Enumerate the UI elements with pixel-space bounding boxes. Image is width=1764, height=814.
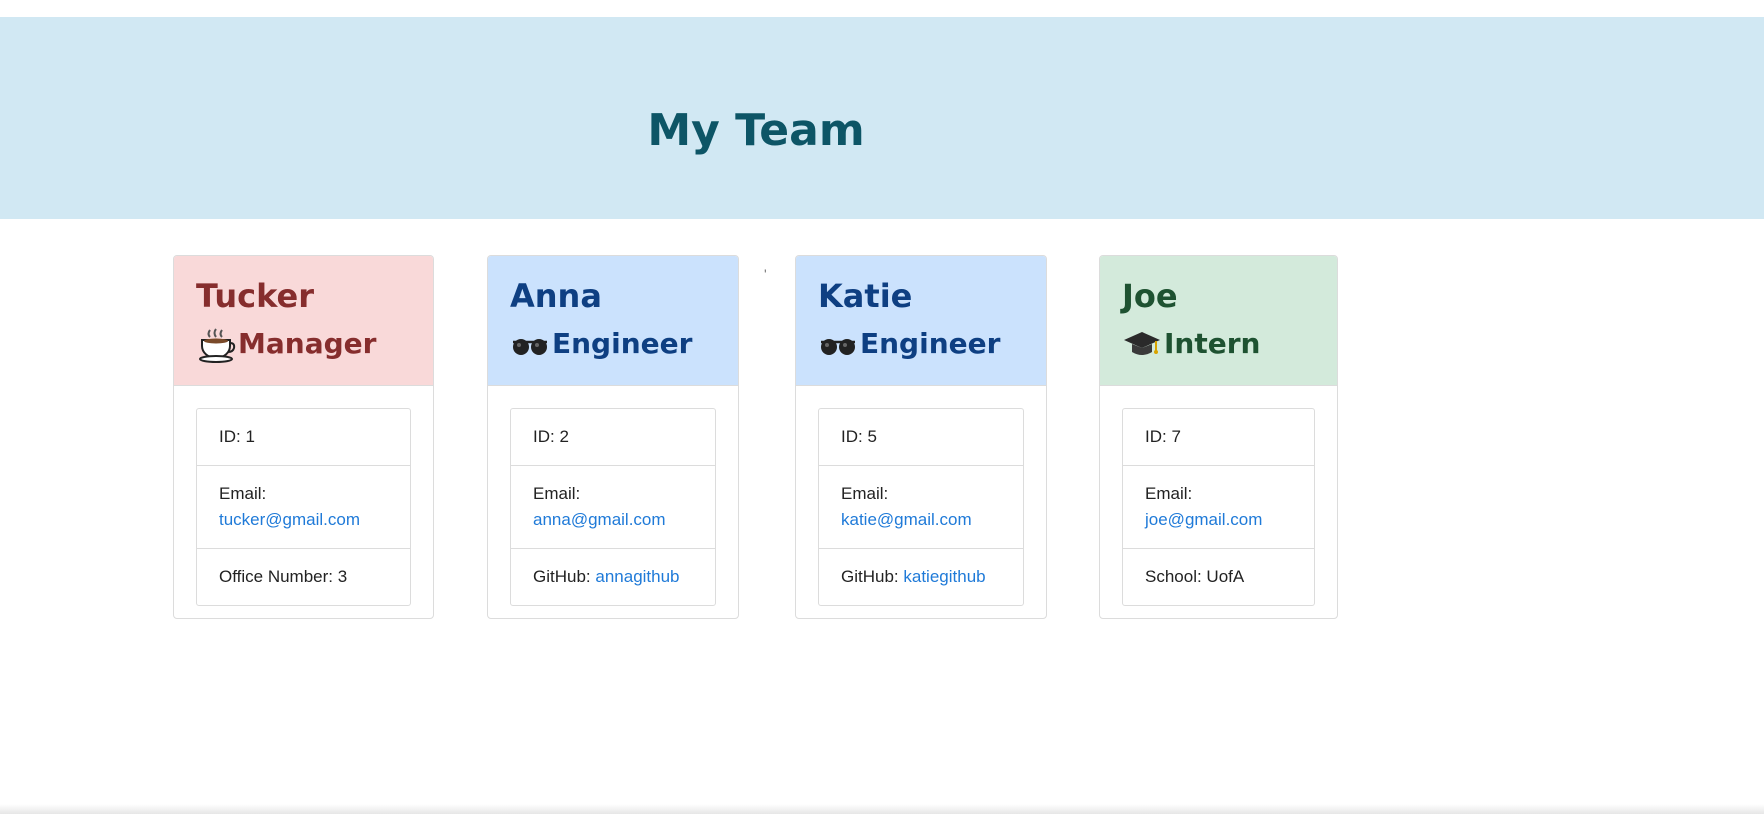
info-list: ID: 5 Email: katie@gmail.com GitHub: kat… <box>818 408 1024 606</box>
github-item: GitHub: annagithub <box>511 549 715 605</box>
card-body: ID: 1 Email: tucker@gmail.com Office Num… <box>174 386 433 606</box>
role-label: Engineer <box>552 327 693 360</box>
employee-name: Katie <box>818 277 913 315</box>
card-header: Katie Engineer <box>796 256 1046 386</box>
github-link[interactable]: katiegithub <box>903 567 985 586</box>
email-item: Email: anna@gmail.com <box>511 466 715 549</box>
bottom-edge <box>0 804 1764 814</box>
employee-role: Intern <box>1122 320 1315 368</box>
card-header: Anna Engineer <box>488 256 738 386</box>
employee-card-manager: Tucker Manager ID: 1 Email: tucker@gmail… <box>173 255 434 619</box>
glasses-icon <box>818 324 858 364</box>
email-label: Email: <box>219 484 267 503</box>
id-item: ID: 7 <box>1123 409 1314 466</box>
email-label: Email: <box>841 484 889 503</box>
role-label: Intern <box>1164 327 1261 360</box>
employee-role: Engineer <box>818 320 1024 368</box>
employee-name: Joe <box>1122 277 1178 315</box>
graduation-cap-icon <box>1122 324 1162 364</box>
info-list: ID: 1 Email: tucker@gmail.com Office Num… <box>196 408 411 606</box>
email-item: Email: katie@gmail.com <box>819 466 1023 549</box>
email-link[interactable]: katie@gmail.com <box>841 510 972 529</box>
employee-role: Engineer <box>510 320 716 368</box>
employee-card-engineer: Anna Engineer ID: 2 Email: anna@gmail.co… <box>487 255 739 619</box>
stray-mark: ' <box>764 266 767 282</box>
employee-card-intern: Joe Intern ID: 7 Email: joe@gmail.com Sc… <box>1099 255 1338 619</box>
card-body: ID: 5 Email: katie@gmail.com GitHub: kat… <box>796 386 1046 606</box>
header-banner: My Team <box>0 17 1764 219</box>
employee-name: Tucker <box>196 277 314 315</box>
email-label: Email: <box>533 484 581 503</box>
email-link[interactable]: joe@gmail.com <box>1145 510 1262 529</box>
employee-name: Anna <box>510 277 602 315</box>
email-label: Email: <box>1145 484 1193 503</box>
coffee-icon <box>196 324 236 364</box>
page-title: My Team <box>647 105 865 156</box>
github-item: GitHub: katiegithub <box>819 549 1023 605</box>
email-link[interactable]: anna@gmail.com <box>533 510 666 529</box>
info-list: ID: 2 Email: anna@gmail.com GitHub: anna… <box>510 408 716 606</box>
school-item: School: UofA <box>1145 567 1245 586</box>
github-label: GitHub: <box>533 567 591 586</box>
card-body: ID: 7 Email: joe@gmail.com School: UofA <box>1100 386 1337 606</box>
email-item: Email: tucker@gmail.com <box>197 466 410 549</box>
email-item: Email: joe@gmail.com <box>1123 466 1314 549</box>
github-link[interactable]: annagithub <box>595 567 679 586</box>
github-label: GitHub: <box>841 567 899 586</box>
email-link[interactable]: tucker@gmail.com <box>219 510 360 529</box>
card-body: ID: 2 Email: anna@gmail.com GitHub: anna… <box>488 386 738 606</box>
employee-card-engineer: Katie Engineer ID: 5 Email: katie@gmail.… <box>795 255 1047 619</box>
office-number-item: Office Number: 3 <box>219 567 348 586</box>
id-item: ID: 2 <box>511 409 715 466</box>
employee-role: Manager <box>196 320 411 368</box>
id-item: ID: 1 <box>197 409 410 466</box>
glasses-icon <box>510 324 550 364</box>
role-label: Manager <box>238 327 377 360</box>
card-header: Tucker Manager <box>174 256 433 386</box>
info-list: ID: 7 Email: joe@gmail.com School: UofA <box>1122 408 1315 606</box>
id-item: ID: 5 <box>819 409 1023 466</box>
card-header: Joe Intern <box>1100 256 1337 386</box>
role-label: Engineer <box>860 327 1001 360</box>
